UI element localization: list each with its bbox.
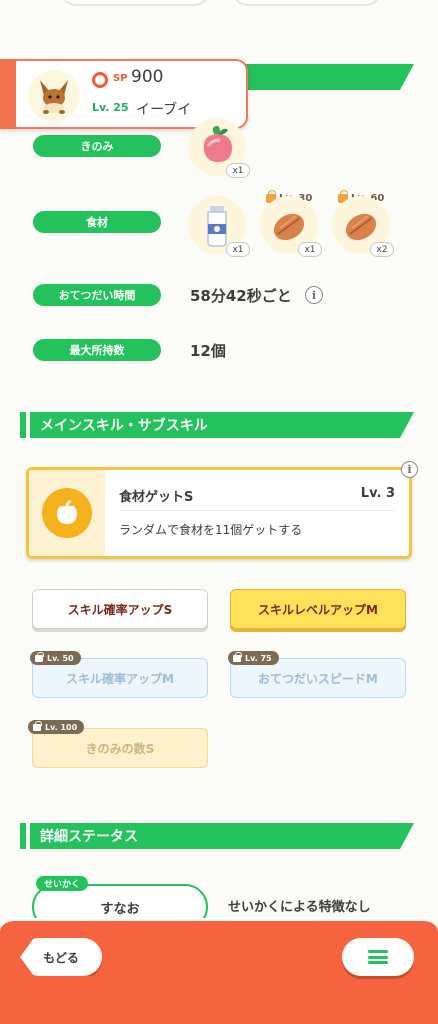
nature-tag: せいかく: [36, 876, 89, 891]
sub-skill-5-lock: Lv. 100: [28, 720, 85, 734]
sub-skill-4-lock: Lv. 75: [228, 651, 279, 665]
ingredient-qty-3: x2: [370, 242, 394, 257]
divider: [119, 510, 395, 511]
ingredient-qty-1: x1: [226, 242, 250, 257]
top-tab-left[interactable]: [60, 0, 210, 6]
main-skill-card[interactable]: 食材ゲットS Lv. 3 ランダムで食材を11個ゲットする: [26, 467, 412, 559]
apple-icon: [57, 499, 77, 524]
ingredient-qty-2: x1: [298, 242, 322, 257]
help-time-value: 58分42秒ごと: [190, 287, 292, 305]
ingredient-pill: 食材: [33, 211, 161, 233]
header-accent: [20, 823, 26, 849]
sub-skill-3-lock: Lv. 50: [30, 651, 81, 665]
header-accent: [20, 412, 26, 438]
sub-skill-3-lock-level: Lv. 50: [47, 653, 74, 663]
skills-section-title: メインスキル・サブスキル: [30, 412, 414, 438]
menu-icon: [368, 950, 388, 964]
help-time-info-icon[interactable]: i: [305, 286, 323, 304]
sub-skill-2[interactable]: スキルレベルアップM: [230, 589, 406, 629]
pokemon-name: イーブイ: [136, 102, 192, 118]
top-tab-right[interactable]: [232, 0, 382, 6]
top-section-bar: [240, 64, 414, 90]
lock-icon: [233, 651, 242, 662]
eevee-icon: [40, 80, 68, 114]
sub-skill-1[interactable]: スキル確率アップS: [32, 589, 208, 629]
main-skill-icon-area: [29, 470, 105, 556]
back-button[interactable]: もどる: [20, 938, 102, 976]
skills-section-header: メインスキル・サブスキル: [20, 412, 414, 438]
lock-icon: [33, 720, 42, 731]
sp-label: SP: [113, 73, 128, 84]
sub-skill-4-lock-level: Lv. 75: [245, 653, 272, 663]
main-skill-icon: [42, 488, 92, 538]
menu-button[interactable]: [342, 938, 414, 976]
sp-value: 900: [131, 67, 164, 87]
help-time-pill: おてつだい時間: [33, 284, 161, 306]
max-carry-pill: 最大所持数: [33, 339, 161, 361]
berry-qty: x1: [226, 163, 250, 178]
max-carry-value: 12個: [190, 342, 226, 360]
pokemon-level: Lv. 25: [92, 101, 129, 114]
main-skill-level: Lv. 3: [360, 486, 395, 501]
berry-pill: きのみ: [33, 135, 161, 157]
nature-description: せいかくによる特徴なし: [228, 900, 371, 915]
main-skill-name: 食材ゲットS: [119, 490, 194, 505]
pokemon-avatar: [28, 70, 80, 122]
details-section-header: 詳細ステータス: [20, 823, 414, 849]
sub-skill-5[interactable]: きのみの数S: [32, 728, 208, 768]
sp-ball-icon: [92, 72, 108, 88]
lock-icon: [35, 651, 44, 662]
main-skill-info-icon[interactable]: i: [401, 461, 418, 478]
card-stripe: [0, 59, 16, 129]
sub-skill-5-lock-level: Lv. 100: [45, 722, 78, 732]
main-skill-description: ランダムで食材を11個ゲットする: [119, 523, 303, 537]
details-section-title: 詳細ステータス: [30, 823, 414, 849]
